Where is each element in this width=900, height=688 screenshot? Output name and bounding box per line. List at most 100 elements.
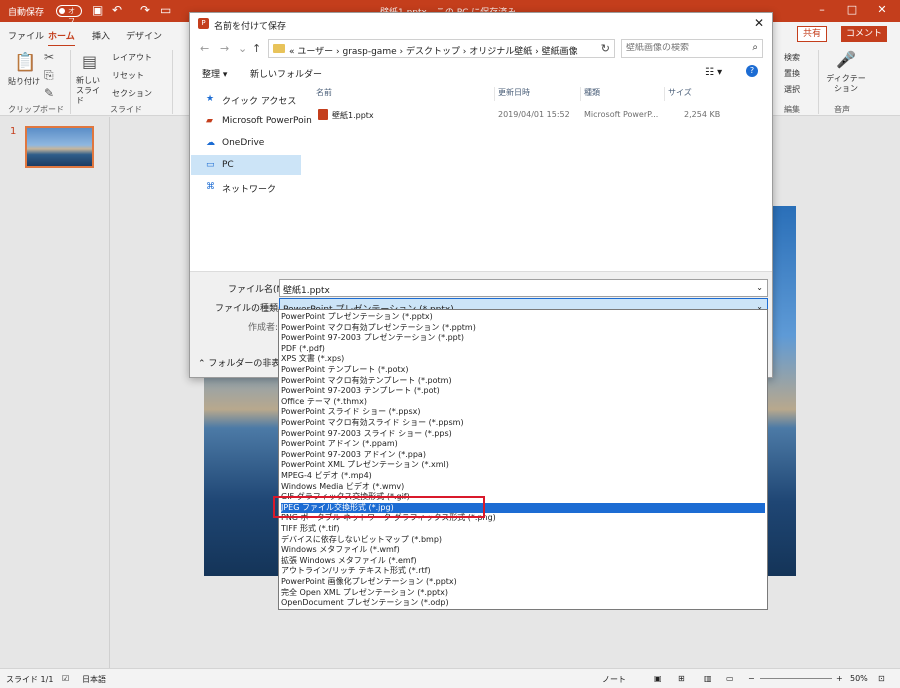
dialog-title: 名前を付けて保存 [214,22,287,32]
filetype-option[interactable]: デバイスに依存しないビットマップ (*.bmp) [281,535,765,546]
refresh-icon[interactable]: ↻ [601,42,610,55]
share-button[interactable]: 共有 [797,26,828,42]
organize-button[interactable]: 整理 ▾ [202,67,227,80]
filetype-option[interactable]: PowerPoint 97-2003 プレゼンテーション (*.ppt) [281,333,765,344]
nav-item-pc[interactable]: ▭ PC [191,155,301,175]
filetype-option[interactable]: PDF (*.pdf) [281,344,765,355]
column-type[interactable]: 種類 [584,87,600,98]
divider [664,87,665,101]
paste-icon[interactable]: 📋 [14,52,36,73]
back-icon[interactable]: ← [200,42,209,55]
filetype-option[interactable]: 拡張 Windows メタファイル (*.emf) [281,556,765,567]
copy-icon[interactable]: ⎘ [44,68,54,83]
nav-item-label: OneDrive [222,138,265,148]
filetype-option[interactable]: PowerPoint 97-2003 アドイン (*.ppa) [281,450,765,461]
filetype-option[interactable]: PowerPoint マクロ有効プレゼンテーション (*.pptm) [281,323,765,334]
find-button[interactable]: 検索 [784,52,800,63]
filetype-option[interactable]: PowerPoint XML プレゼンテーション (*.xml) [281,460,765,471]
tab-insert[interactable]: 挿入 [92,29,110,42]
slideshow-icon[interactable]: ▭ [160,3,171,17]
redo-icon[interactable]: ↷ [140,3,150,17]
save-icon[interactable]: ▣ [92,3,103,17]
navigation-pane: ★ クイック アクセス ▰ Microsoft PowerPoin ☁ OneD… [191,85,312,269]
filetype-option[interactable]: Office テーマ (*.thmx) [281,397,765,408]
filetype-option[interactable]: 完全 Open XML プレゼンテーション (*.pptx) [281,588,765,599]
filetype-option[interactable]: PowerPoint 97-2003 テンプレート (*.pot) [281,386,765,397]
nav-item-onedrive[interactable]: ☁ OneDrive [191,133,301,153]
up-arrow-icon[interactable]: ↑ [252,42,261,55]
filetype-option[interactable]: Windows Media ビデオ (*.wmv) [281,482,765,493]
zoom-level[interactable]: 50% [850,674,868,683]
filename-field[interactable]: 壁紙1.pptx ⌄ [279,279,768,297]
address-path[interactable]: « ユーザー › grasp-game › デスクトップ › オリジナル壁紙 ›… [289,44,578,57]
help-icon[interactable]: ? [746,65,758,77]
search-input[interactable] [626,43,744,53]
nav-item-powerpoint[interactable]: ▰ Microsoft PowerPoin [191,111,312,131]
zoom-in-icon[interactable]: + [836,674,843,683]
filetype-option[interactable]: TIFF 形式 (*.tif) [281,524,765,535]
editing-group-label: 編集 [784,105,800,114]
close-icon[interactable]: ✕ [754,16,764,30]
reset-button[interactable]: リセット [112,70,144,81]
close-icon[interactable]: ✕ [872,3,892,16]
microphone-icon[interactable]: 🎤 [836,50,856,69]
sorter-view-icon[interactable]: ⊞ [678,674,685,683]
dictate-button[interactable]: ディクテー ション [826,74,866,94]
replace-button[interactable]: 置換 [784,68,800,79]
notes-button[interactable]: ノート [602,674,626,685]
reading-view-icon[interactable]: ▥ [704,674,712,683]
filetype-option[interactable]: MPEG-4 ビデオ (*.mp4) [281,471,765,482]
fit-slide-icon[interactable]: ⊡ [878,674,885,683]
new-folder-button[interactable]: 新しいフォルダー [250,67,322,80]
filetype-option[interactable]: PowerPoint マクロ有効テンプレート (*.potm) [281,376,765,387]
file-row[interactable]: 壁紙1.pptx 2019/04/01 15:52 Microsoft Powe… [308,105,768,125]
filetype-option[interactable]: Windows メタファイル (*.wmf) [281,545,765,556]
chevron-down-icon[interactable]: ⌄ [756,283,763,292]
zoom-slider[interactable] [760,678,832,679]
view-options-icon[interactable]: ☷ ▾ [705,67,722,78]
column-size[interactable]: サイズ [668,87,692,98]
tab-design[interactable]: デザイン [126,29,162,42]
comment-button[interactable]: コメント [841,26,888,42]
slide-thumbnail[interactable] [25,126,94,168]
filetype-option[interactable]: PowerPoint 画像化プレゼンテーション (*.pptx) [281,577,765,588]
filetype-option[interactable]: PowerPoint マクロ有効スライド ショー (*.ppsm) [281,418,765,429]
zoom-out-icon[interactable]: − [748,674,755,683]
nav-item-quick-access[interactable]: ★ クイック アクセス [191,89,301,109]
column-date[interactable]: 更新日時 [498,87,530,98]
filetype-option[interactable]: PowerPoint スライド ショー (*.ppsx) [281,407,765,418]
slides-group-label: スライド [110,105,142,114]
column-name[interactable]: 名前 [316,87,332,98]
paste-button[interactable]: 貼り付け [8,76,40,87]
search-box[interactable]: ⌕ [621,39,763,58]
address-bar[interactable]: « ユーザー › grasp-game › デスクトップ › オリジナル壁紙 ›… [268,39,615,58]
tab-file[interactable]: ファイル [8,29,44,42]
section-button[interactable]: セクション [112,88,152,99]
filetype-option[interactable]: PowerPoint 97-2003 スライド ショー (*.pps) [281,429,765,440]
nav-item-network[interactable]: ⌘ ネットワーク [191,177,301,197]
select-button[interactable]: 選択 [784,84,800,95]
hide-folders-button[interactable]: ⌃ フォルダーの非表示 [198,356,289,369]
format-painter-icon[interactable]: ✎ [44,86,54,100]
filetype-option[interactable]: XPS 文書 (*.xps) [281,354,765,365]
normal-view-icon[interactable]: ▣ [654,674,662,683]
undo-icon[interactable]: ↶ [112,3,122,17]
filetype-option[interactable]: アウトライン/リッチ テキスト形式 (*.rtf) [281,566,765,577]
spellcheck-icon[interactable]: ☑ [62,674,69,683]
language-indicator[interactable]: 日本語 [82,674,106,685]
minimize-icon[interactable]: – [812,3,832,16]
new-slide-button[interactable]: 新しい スライド [76,76,106,106]
maximize-icon[interactable]: □ [842,3,862,16]
autosave-toggle[interactable]: オフ [56,5,82,25]
cut-icon[interactable]: ✂ [44,50,54,64]
tab-home[interactable]: ホーム [48,29,75,47]
chevron-down-icon[interactable]: ⌄ [238,42,247,55]
filetype-option[interactable]: PowerPoint プレゼンテーション (*.pptx) [281,312,765,323]
layout-button[interactable]: レイアウト [112,52,152,63]
filetype-option[interactable]: PowerPoint テンプレート (*.potx) [281,365,765,376]
slideshow-view-icon[interactable]: ▭ [726,674,734,683]
forward-icon[interactable]: → [220,42,229,55]
filetype-option[interactable]: OpenDocument プレゼンテーション (*.odp) [281,598,765,609]
filetype-option[interactable]: PowerPoint アドイン (*.ppam) [281,439,765,450]
new-slide-icon[interactable]: ▤ [82,52,97,71]
